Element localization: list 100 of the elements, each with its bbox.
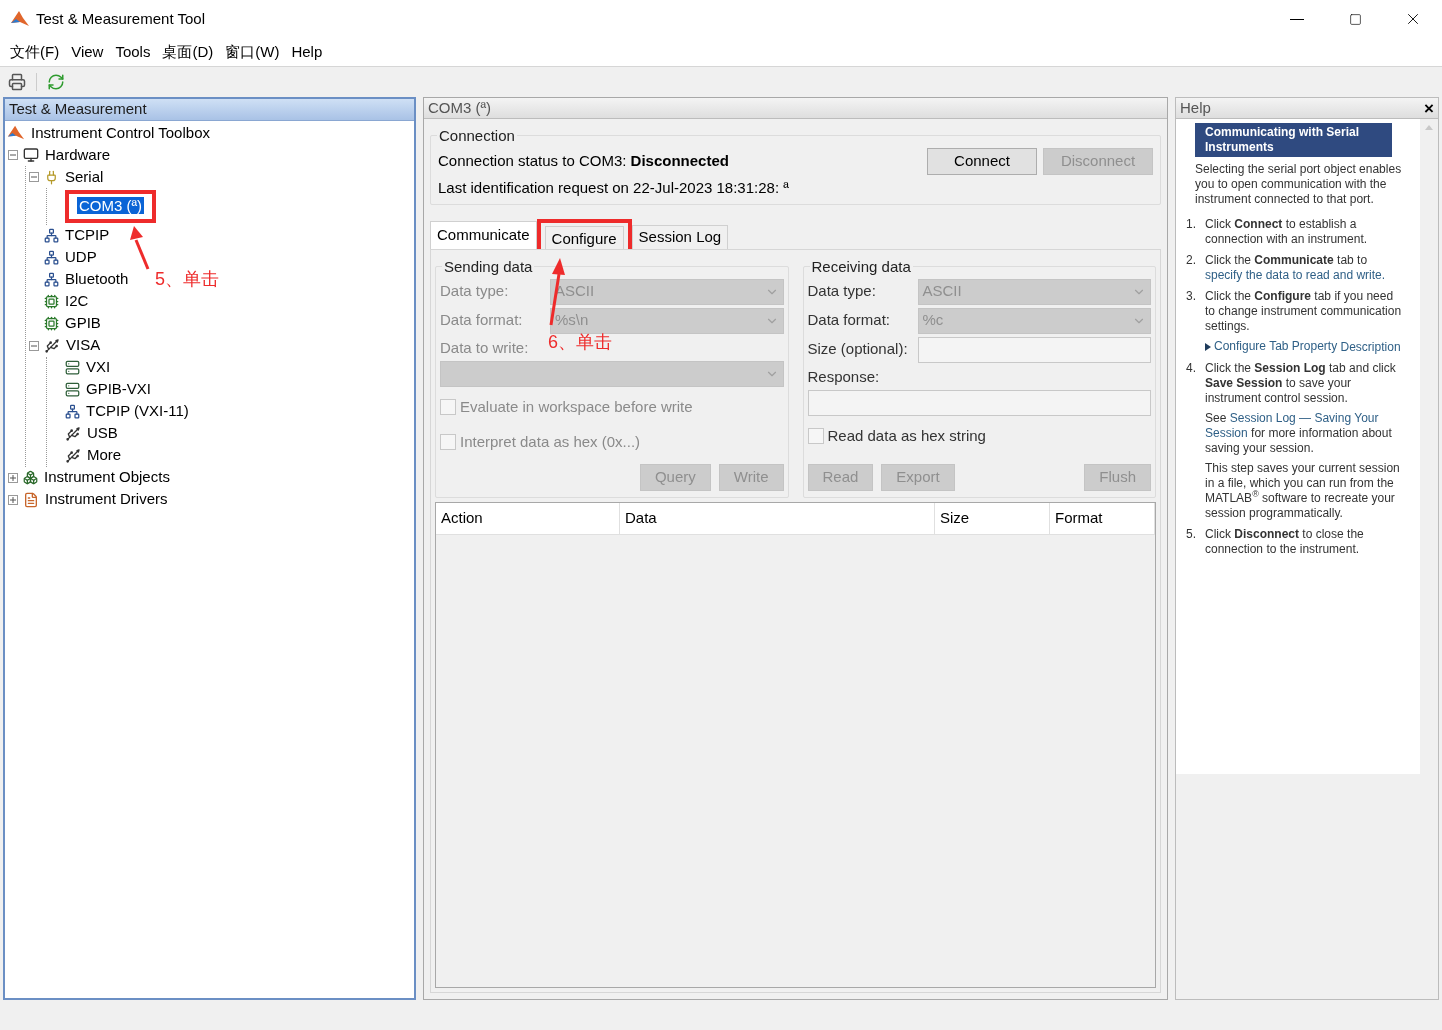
tree-item[interactable]: More: [85, 444, 124, 467]
input-field[interactable]: [917, 336, 1151, 363]
checkbox[interactable]: [807, 428, 824, 445]
annotation-label: 6、单击: [548, 331, 612, 354]
tab[interactable]: Communicate: [430, 220, 537, 249]
tab[interactable]: Configure: [544, 226, 624, 251]
help-text: Click Disconnect to close the connection to the instrument.: [1205, 526, 1365, 557]
chip-icon: [44, 316, 59, 331]
help-text: See Session Log — Saving Your Session for more information about saving your session.: [1205, 410, 1393, 456]
step-number: 3.: [1186, 289, 1197, 305]
step-number: 5.: [1186, 526, 1197, 543]
help-text: This step saves your current session in a file, which you can run from the MATLAB$^{®}$ software to recreate your session programmatically.: [1205, 460, 1401, 521]
tree-item[interactable]: GPIB-VXI: [84, 378, 154, 401]
usb-icon: [65, 425, 81, 442]
menu-item[interactable]: Help: [285, 40, 329, 64]
annotation-label: 5、单击: [155, 268, 219, 291]
tree-item[interactable]: Bluetooth: [63, 268, 131, 291]
tree-item[interactable]: TCPIP: [63, 224, 112, 247]
status-text: Connection status to COM3: Disconnected: [438, 151, 729, 172]
menu-item[interactable]: 窗口(W): [219, 40, 286, 64]
refresh-button[interactable]: [47, 72, 65, 91]
panel-header: Test & Measurement: [5, 99, 414, 121]
field-label: Size (optional):: [807, 339, 909, 360]
menu-item[interactable]: View: [65, 40, 110, 64]
collapse-toggle[interactable]: [29, 340, 39, 351]
window-title: Test & Measurement Tool: [36, 8, 205, 29]
help-link[interactable]: write.: [1356, 268, 1386, 282]
network-icon: [44, 272, 59, 287]
close-button[interactable]: ×: [1424, 99, 1434, 117]
tree-item[interactable]: I2C: [63, 290, 91, 313]
help-link[interactable]: Session: [1205, 425, 1248, 440]
help-text: Click the Session Log tab and click Save Session to save your instrument control session.: [1205, 360, 1397, 406]
tree-item[interactable]: VXI: [84, 356, 113, 379]
usb-icon: [65, 447, 81, 464]
help-link[interactable]: Description: [1340, 339, 1401, 354]
input-field[interactable]: [807, 390, 1151, 416]
status-text: Last identification request on 22-Jul-2023 18:31:28: ª: [438, 178, 790, 198]
menu-item[interactable]: Tools: [109, 40, 157, 64]
tree-item[interactable]: Instrument Drivers: [43, 488, 170, 511]
tab[interactable]: Session Log: [631, 224, 729, 249]
step-number: 1.: [1186, 217, 1197, 233]
help-link[interactable]: specify the data to read and: [1205, 268, 1354, 282]
tree-item[interactable]: UDP: [63, 246, 99, 269]
network-icon: [65, 404, 80, 419]
expand-arrow-icon: [1205, 342, 1211, 351]
minus-icon: [30, 173, 38, 181]
column-header[interactable]: Size: [935, 503, 1050, 534]
help-text: Click Connect to establish a connection with an instrument.: [1205, 217, 1369, 247]
printer-icon: [8, 72, 26, 91]
network-icon: [44, 250, 59, 265]
checkbox-label: Interpret data as hex (0x...): [460, 431, 641, 452]
pointer-arrow: [128, 226, 152, 270]
card-icon: [65, 382, 80, 397]
toolbox-icon: [7, 124, 25, 142]
tree-item[interactable]: Instrument Control Toolbox: [29, 121, 212, 145]
plus-icon: [9, 495, 17, 504]
expand-toggle[interactable]: [8, 494, 18, 505]
network-icon: [44, 228, 59, 243]
plus-icon: [9, 473, 17, 482]
tree-item[interactable]: Instrument Objects: [42, 466, 172, 489]
document-icon: [23, 491, 39, 508]
tree-item[interactable]: COM3 (ª): [77, 197, 145, 214]
field-label: Response:: [807, 366, 880, 387]
monitor-icon: [23, 147, 39, 163]
push-button[interactable]: Connect: [927, 148, 1037, 175]
chip-icon: [44, 294, 59, 309]
help-link[interactable]: Configure Tab Property: [1205, 339, 1338, 354]
menu-item[interactable]: 桌面(D): [156, 40, 220, 64]
column-header[interactable]: Format: [1050, 503, 1155, 534]
tree-item[interactable]: VISA: [64, 334, 103, 357]
step-number: 2.: [1186, 253, 1197, 269]
collapse-toggle[interactable]: [29, 172, 39, 182]
column-header[interactable]: Action: [436, 503, 620, 534]
print-button[interactable]: [8, 72, 37, 91]
tree-item[interactable]: USB: [85, 422, 120, 445]
tree-item[interactable]: GPIB: [63, 312, 103, 335]
maximize-icon: [1348, 12, 1362, 26]
menu-item[interactable]: 文件(F): [4, 40, 66, 64]
expand-toggle[interactable]: [8, 472, 18, 483]
tree-item[interactable]: Serial: [63, 165, 106, 189]
field-label: Data format:: [440, 310, 524, 331]
tree-item[interactable]: TCPIP (VXI-11): [84, 400, 191, 423]
column-header[interactable]: Data: [620, 503, 935, 534]
step-number: 4.: [1186, 360, 1197, 377]
field-label: Data type:: [807, 281, 877, 302]
field-label: Data format:: [807, 310, 892, 331]
help-text: Click the Communicate tab to specify the data to read and write.: [1205, 253, 1387, 283]
help-link[interactable]: Session Log — Saving Your: [1229, 410, 1379, 425]
field-label: Data type:: [440, 281, 510, 302]
refresh-icon: [47, 72, 65, 91]
minus-icon: [9, 151, 17, 159]
checkbox-label: Read data as hex string: [827, 426, 986, 446]
panel-header: Help: [1180, 97, 1211, 118]
card-icon: [65, 360, 80, 375]
usb-icon: [44, 337, 60, 354]
panel-header: COM3 (ª): [424, 98, 1167, 119]
collapse-toggle[interactable]: [8, 150, 18, 160]
tree-item[interactable]: Hardware: [43, 143, 113, 167]
checkbox-label: Evaluate in workspace before write: [460, 397, 693, 417]
help-text: Selecting the serial port object enables you to open communication with the instrument connected to that port.: [1195, 162, 1402, 207]
